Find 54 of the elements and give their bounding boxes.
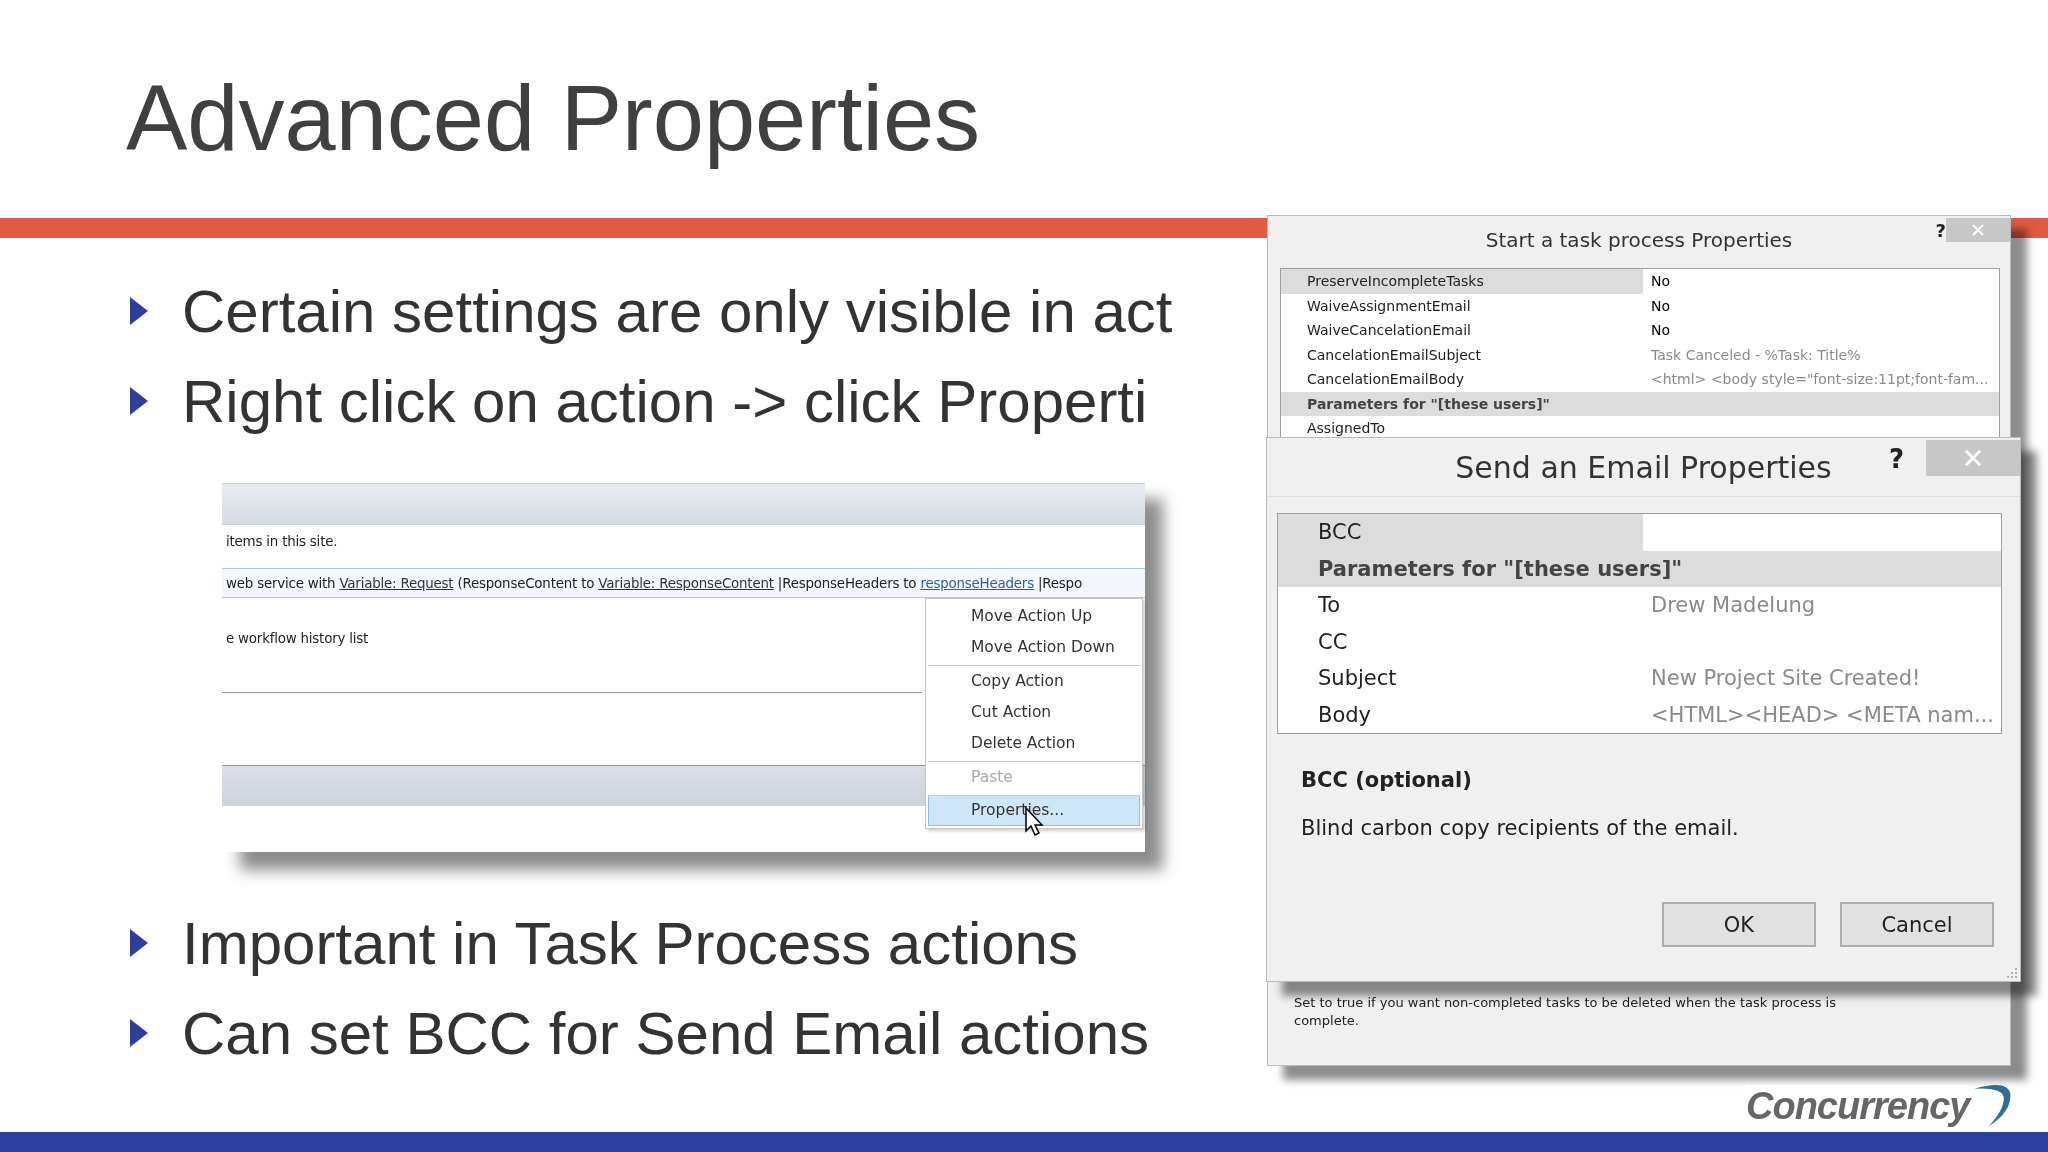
property-name[interactable]: Body xyxy=(1278,696,1643,733)
property-name[interactable]: PreserveIncompleteTasks xyxy=(1281,269,1643,294)
property-name[interactable]: WaiveAssignmentEmail xyxy=(1281,293,1643,318)
category-label: Parameters for "[these users]" xyxy=(1306,394,1550,414)
variable-link[interactable]: Variable: Request xyxy=(339,575,454,591)
close-icon xyxy=(1971,223,1985,237)
bullet-icon xyxy=(130,297,148,325)
property-value[interactable]: <html> <body style="font-size:11pt;font-fam... xyxy=(1643,371,1989,388)
description-title: BCC (optional) xyxy=(1301,768,1473,794)
action-text: e workflow history list xyxy=(226,630,369,646)
help-button[interactable]: ? xyxy=(1935,220,1946,241)
action-text: items in this site. xyxy=(226,533,338,549)
bullet-text: Certain settings are only visible in act xyxy=(182,276,1173,346)
bullet-icon xyxy=(130,1019,148,1047)
property-name[interactable]: To xyxy=(1278,587,1643,624)
property-value[interactable]: No xyxy=(1643,273,1671,290)
variable-link[interactable]: Variable: ResponseContent xyxy=(598,575,774,591)
dialog-button[interactable]: OK xyxy=(1662,902,1816,947)
close-icon xyxy=(1963,448,1983,468)
menu-item[interactable]: Move Action Up xyxy=(928,601,1140,632)
property-value[interactable]: No xyxy=(1643,297,1671,314)
dialog-title: Send an Email Properties xyxy=(1455,449,1832,485)
category-label: Parameters for "[these users]" xyxy=(1317,555,1683,583)
variable-link[interactable]: responseHeaders xyxy=(920,575,1034,591)
description-text: Blind carbon copy recipients of the email. xyxy=(1301,816,1740,840)
property-name[interactable]: AssignedTo xyxy=(1281,416,1643,441)
property-name[interactable]: BCC xyxy=(1278,514,1643,551)
bullet-text: Important in Task Process actions xyxy=(182,908,1078,978)
bullet-icon xyxy=(130,929,148,957)
property-name[interactable]: CancelationEmailBody xyxy=(1281,367,1643,392)
property-name[interactable]: Subject xyxy=(1278,660,1643,697)
help-button[interactable]: ? xyxy=(1888,444,1904,474)
action-text: web service with Variable: Request (ResponseContent to Variable: ResponseContent |ResponseHeaders to responseHeaders |Respo xyxy=(226,575,1082,591)
property-name[interactable]: WaiveCancelationEmail xyxy=(1281,318,1643,343)
bullet-text: Right click on action -> click Properti xyxy=(182,366,1148,436)
menu-item[interactable]: Properties... xyxy=(928,795,1140,826)
property-value[interactable]: Task Canceled - %Task: Title% xyxy=(1643,346,1861,363)
dialog-button[interactable]: Cancel xyxy=(1840,902,1994,947)
menu-item[interactable]: Cut Action xyxy=(928,697,1140,728)
close-button[interactable] xyxy=(1946,218,2010,242)
property-value[interactable]: No xyxy=(1643,322,1671,339)
property-name[interactable]: CancelationEmailSubject xyxy=(1281,342,1643,367)
slide-title: Advanced Properties xyxy=(125,66,982,171)
property-name[interactable]: CC xyxy=(1278,623,1643,660)
close-button[interactable] xyxy=(1926,440,2020,476)
resize-grip-icon xyxy=(2006,967,2018,979)
menu-item[interactable]: Move Action Down xyxy=(928,632,1140,663)
dialog-title: Start a task process Properties xyxy=(1485,228,1793,252)
selected-action-row[interactable]: web service with Variable: Request (ResponseContent to Variable: ResponseContent |ResponseHeaders to responseHeaders |Respo xyxy=(222,568,1145,598)
menu-item[interactable]: Delete Action xyxy=(928,728,1140,759)
description-text: Set to true if you want non-completed tasks to be deleted when the task process is complete. xyxy=(1294,994,1837,1030)
bullet-icon xyxy=(130,387,148,415)
bullet-text: Can set BCC for Send Email actions xyxy=(182,998,1150,1068)
menu-item[interactable]: Copy Action xyxy=(928,665,1140,697)
